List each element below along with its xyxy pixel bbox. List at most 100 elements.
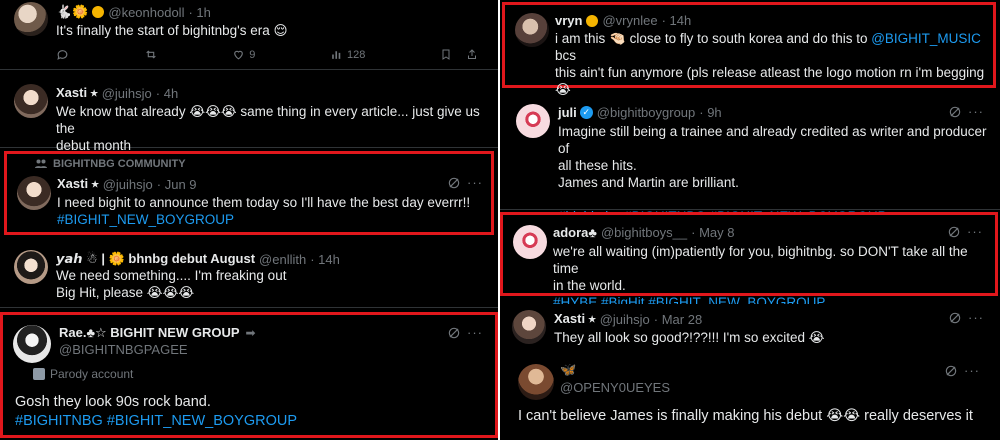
tweet-xasti-community[interactable]: BIGHITNBG COMMUNITY Xasti ⭑ @juihsjo · J…: [4, 151, 494, 235]
display-name[interactable]: Xasti ⭑: [56, 85, 98, 101]
handle[interactable]: @bighitboys__: [601, 225, 687, 240]
tweet-text-line: all these hits.: [558, 158, 637, 173]
avatar[interactable]: [17, 176, 51, 210]
grok-icon[interactable]: [948, 105, 962, 119]
display-name[interactable]: 🦋: [560, 362, 576, 378]
more-options-icon[interactable]: ···: [967, 224, 983, 239]
more-options-icon[interactable]: ···: [968, 310, 984, 325]
tweet-header: Xasti ⭑ @juihsjo · Mar 28: [554, 311, 702, 327]
tweet-text-line: this ain't fun anymore (pls release atle…: [555, 65, 985, 97]
grok-icon[interactable]: [944, 364, 958, 378]
display-name[interactable]: Xasti ⭑: [57, 176, 99, 192]
views-button[interactable]: 128: [330, 48, 365, 61]
timestamp[interactable]: · 9h: [699, 105, 721, 120]
like-button[interactable]: 9: [232, 48, 255, 61]
tweet-text-segment: bcs: [555, 48, 577, 63]
avatar[interactable]: [14, 84, 48, 118]
mention-link[interactable]: @BIGHIT_MUSIC: [871, 31, 981, 46]
parody-mask-icon: [33, 368, 45, 380]
avatar[interactable]: [515, 13, 549, 47]
avatar[interactable]: [14, 250, 48, 284]
display-name[interactable]: juli: [558, 105, 577, 120]
tweet-header: 𝙮𝙖𝙝 ☃ | 🌼 bhnbg debut August @enllith · …: [56, 251, 340, 267]
display-name[interactable]: Rae.♣☆ BIGHIT NEW GROUP: [59, 325, 240, 341]
grok-icon[interactable]: [447, 326, 461, 340]
tweet-actions: 9 128: [56, 48, 478, 61]
hashtags[interactable]: #BIGHIT_NEW_BOYGROUP: [57, 211, 470, 228]
tweet-keonhodoll[interactable]: 🐇🌼 @keonhodoll · 1h It's finally the sta…: [0, 0, 498, 70]
grok-icon[interactable]: [948, 311, 962, 325]
handle[interactable]: @enllith: [259, 252, 306, 267]
avatar[interactable]: [516, 104, 550, 138]
timestamp[interactable]: · 14h: [662, 13, 692, 28]
display-name[interactable]: adora♣: [553, 225, 597, 240]
display-name[interactable]: vryn: [555, 13, 582, 28]
tweet-text-line: I need bighit to announce them today so …: [57, 195, 471, 210]
tweet-rae[interactable]: Rae.♣☆ BIGHIT NEW GROUP ➡ @BIGHITNBGPAGE…: [0, 312, 498, 438]
timestamp[interactable]: · Jun 9: [157, 177, 197, 192]
tweet-text: we're all waiting (im)patiently for you,…: [553, 243, 989, 311]
like-count: 9: [249, 48, 256, 61]
display-name[interactable]: 🐇🌼: [56, 4, 88, 20]
display-name[interactable]: 𝙮𝙖𝙝 ☃ | 🌼 bhnbg debut August: [56, 251, 255, 267]
avatar[interactable]: [518, 364, 554, 400]
tweet-text-line: We know that already 😭😭😭 same thing in e…: [56, 104, 480, 136]
handle[interactable]: @keonhodoll: [108, 5, 184, 20]
tweet-text: We need something.... I'm freaking out B…: [56, 267, 286, 301]
avatar[interactable]: [13, 325, 51, 363]
more-options-icon[interactable]: ···: [467, 325, 483, 340]
timestamp[interactable]: · 1h: [188, 5, 210, 20]
views-count: 128: [347, 48, 366, 61]
grok-icon[interactable]: [447, 176, 461, 190]
timestamp[interactable]: · 4h: [156, 86, 178, 101]
tweet-text-line: Imagine still being a trainee and alread…: [558, 124, 987, 156]
share-icon[interactable]: [466, 48, 478, 61]
handle[interactable]: @OPENY0UEYES: [560, 380, 670, 395]
handle[interactable]: @vrynlee: [602, 13, 657, 28]
bookmark-icon[interactable]: [440, 48, 452, 61]
more-options-icon[interactable]: ···: [968, 104, 984, 119]
heart-icon: [234, 50, 244, 60]
timestamp[interactable]: · 14h: [310, 252, 340, 267]
handle[interactable]: @juihsjo: [600, 312, 650, 327]
tweet-vryn[interactable]: vryn @vrynlee · 14h i am this 🤏🏻 close t…: [502, 2, 996, 114]
tweet-header: 🦋: [560, 362, 576, 378]
handle[interactable]: @juihsjo: [103, 177, 153, 192]
sun-badge-icon: [92, 6, 105, 18]
repost-button[interactable]: [144, 48, 158, 61]
tweet-handle-row: @BIGHITNBGPAGEE: [55, 342, 188, 357]
parody-label: Parody account: [33, 367, 133, 381]
handle[interactable]: @bighitboygroup: [597, 105, 695, 120]
avatar[interactable]: [14, 2, 48, 36]
more-options-icon[interactable]: ···: [467, 175, 483, 190]
handle[interactable]: @BIGHITNBGPAGEE: [59, 342, 188, 357]
reply-button[interactable]: [56, 48, 69, 61]
timestamp[interactable]: · Mar 28: [654, 312, 702, 327]
avatar[interactable]: [513, 225, 547, 259]
tweet-header: juli ✓ @bighitboygroup · 9h: [558, 105, 722, 120]
hashtags[interactable]: #BIGHITNBG #BIGHIT_NEW_BOYGROUP: [15, 412, 297, 431]
sun-badge-icon: [586, 14, 599, 27]
avatar[interactable]: [512, 310, 546, 344]
community-label[interactable]: BIGHITNBG COMMUNITY: [35, 158, 186, 170]
tweet-text-line: James and Martin are brilliant.: [558, 175, 739, 190]
tweet-yah[interactable]: 𝙮𝙖𝙝 ☃ | 🌼 bhnbg debut August @enllith · …: [0, 240, 498, 308]
community-name: BIGHITNBG COMMUNITY: [53, 158, 186, 170]
tweet-text-line: We need something.... I'm freaking out: [56, 268, 287, 283]
tweet-openyoureyes[interactable]: 🦋 @OPENY0UEYES ··· I can't believe James…: [500, 356, 1000, 440]
bookmark-share-group: [440, 48, 478, 61]
timestamp[interactable]: · May 8: [691, 225, 734, 240]
tweet-text-segment: i am this 🤏🏻 close to fly to south korea…: [555, 31, 872, 46]
views-icon: [332, 51, 341, 59]
tweet-adora[interactable]: adora♣ @bighitboys__ · May 8 ··· we're a…: [500, 212, 998, 310]
tweet-header: Rae.♣☆ BIGHIT NEW GROUP ➡: [59, 325, 256, 341]
more-options-icon[interactable]: ···: [964, 363, 980, 378]
handle[interactable]: @juihsjo: [102, 86, 152, 101]
grok-icon[interactable]: [947, 225, 961, 239]
tweet-juli[interactable]: juli ✓ @bighitboygroup · 9h ··· Imagine …: [500, 96, 1000, 224]
tweet-text-line-1: i am this 🤏🏻 close to fly to south korea…: [555, 30, 995, 64]
tweet-xasti-1[interactable]: Xasti ⭑ @juihsjo · 4h We know that alrea…: [0, 74, 498, 153]
display-name[interactable]: Xasti ⭑: [554, 311, 596, 327]
tweet-xasti-2[interactable]: Xasti ⭑ @juihsjo · Mar 28 ··· They all l…: [500, 304, 1000, 352]
